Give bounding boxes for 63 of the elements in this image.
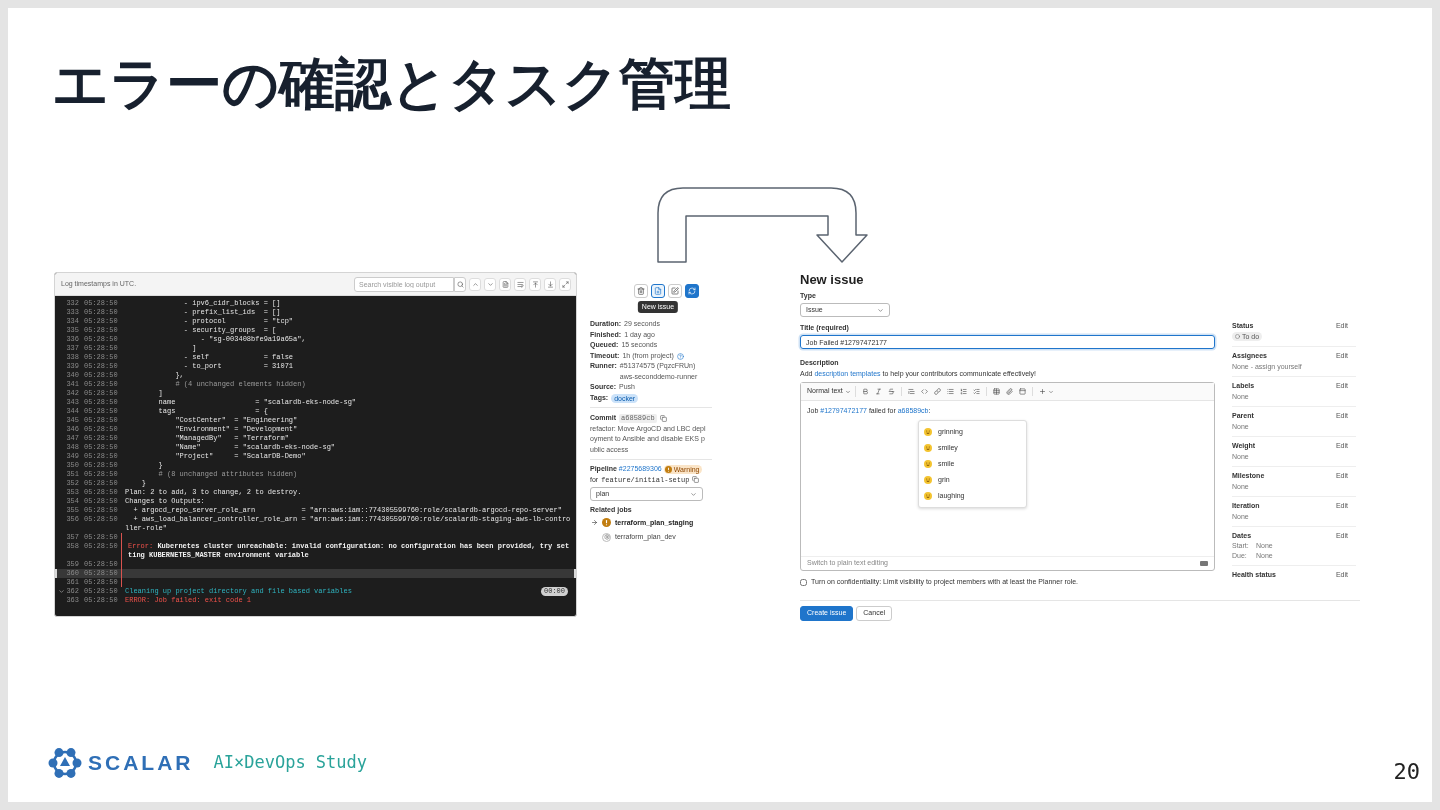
chevron-icon[interactable] xyxy=(57,588,65,595)
refresh-icon xyxy=(688,287,696,295)
chevron-up-icon xyxy=(471,280,479,288)
file-plus-icon xyxy=(654,287,662,295)
brand-name: SCALAR xyxy=(88,750,194,777)
bold-icon[interactable] xyxy=(861,388,869,395)
smiley-icon xyxy=(924,492,932,500)
panel-icon[interactable] xyxy=(1018,388,1026,395)
copy-icon[interactable] xyxy=(692,476,700,484)
markdown-icon xyxy=(1200,561,1208,566)
smiley-icon xyxy=(924,444,932,452)
arrow-down-to-line-icon xyxy=(546,280,554,288)
code-icon[interactable] xyxy=(920,388,928,395)
page-number: 20 xyxy=(1393,758,1420,786)
logo-icon xyxy=(48,746,82,780)
scroll-top-button[interactable] xyxy=(529,277,541,291)
paperclip-icon[interactable] xyxy=(1005,388,1013,395)
raw-log-button[interactable] xyxy=(499,277,511,291)
chevron-down-icon xyxy=(486,280,494,288)
scroll-up-button[interactable] xyxy=(469,277,481,291)
bullet-list-icon[interactable] xyxy=(946,388,954,395)
form-heading: New issue xyxy=(800,272,864,288)
scroll-down-button[interactable] xyxy=(484,277,496,291)
strikethrough-icon[interactable] xyxy=(887,388,895,395)
gear-icon xyxy=(602,532,611,542)
smiley-icon xyxy=(924,428,932,436)
confidential-checkbox[interactable] xyxy=(800,578,807,586)
checklist-icon[interactable] xyxy=(972,388,980,395)
italic-icon[interactable] xyxy=(874,388,882,395)
new-issue-button[interactable] xyxy=(651,284,665,298)
caret-icon[interactable] xyxy=(1047,388,1054,395)
retry-button[interactable] xyxy=(685,284,699,298)
fullscreen-button[interactable] xyxy=(559,277,571,291)
file-icon xyxy=(501,280,509,288)
expand-icon xyxy=(561,280,569,288)
arrow-up-to-line-icon xyxy=(531,280,539,288)
numbered-list-icon[interactable] xyxy=(959,388,967,395)
edit-button[interactable] xyxy=(668,284,682,298)
quote-icon[interactable] xyxy=(907,388,915,395)
caret-icon xyxy=(690,490,697,498)
table-icon[interactable] xyxy=(992,388,1000,395)
search-button[interactable] xyxy=(454,276,466,292)
wrap-button[interactable] xyxy=(514,277,526,291)
slide-title: エラーの確認とタスク管理 xyxy=(52,52,731,116)
smiley-icon xyxy=(924,476,932,484)
warning-icon xyxy=(602,518,611,528)
scroll-bottom-button[interactable] xyxy=(544,277,556,291)
caret-icon xyxy=(844,388,851,395)
smiley-icon xyxy=(924,460,932,468)
search-icon xyxy=(456,280,464,288)
pen-icon xyxy=(671,287,679,295)
caret-icon xyxy=(877,306,884,314)
help-icon[interactable] xyxy=(676,352,684,360)
trash-icon xyxy=(637,287,645,295)
delete-button[interactable] xyxy=(634,284,648,298)
current-arrow-icon xyxy=(590,519,598,527)
warning-icon xyxy=(664,465,672,473)
copy-icon[interactable] xyxy=(659,414,667,422)
status-circle-icon xyxy=(1235,334,1240,339)
event-name: AI×DevOps Study xyxy=(213,751,368,775)
plus-icon[interactable] xyxy=(1038,388,1046,395)
wrap-icon xyxy=(516,280,524,288)
link-icon[interactable] xyxy=(933,388,941,395)
